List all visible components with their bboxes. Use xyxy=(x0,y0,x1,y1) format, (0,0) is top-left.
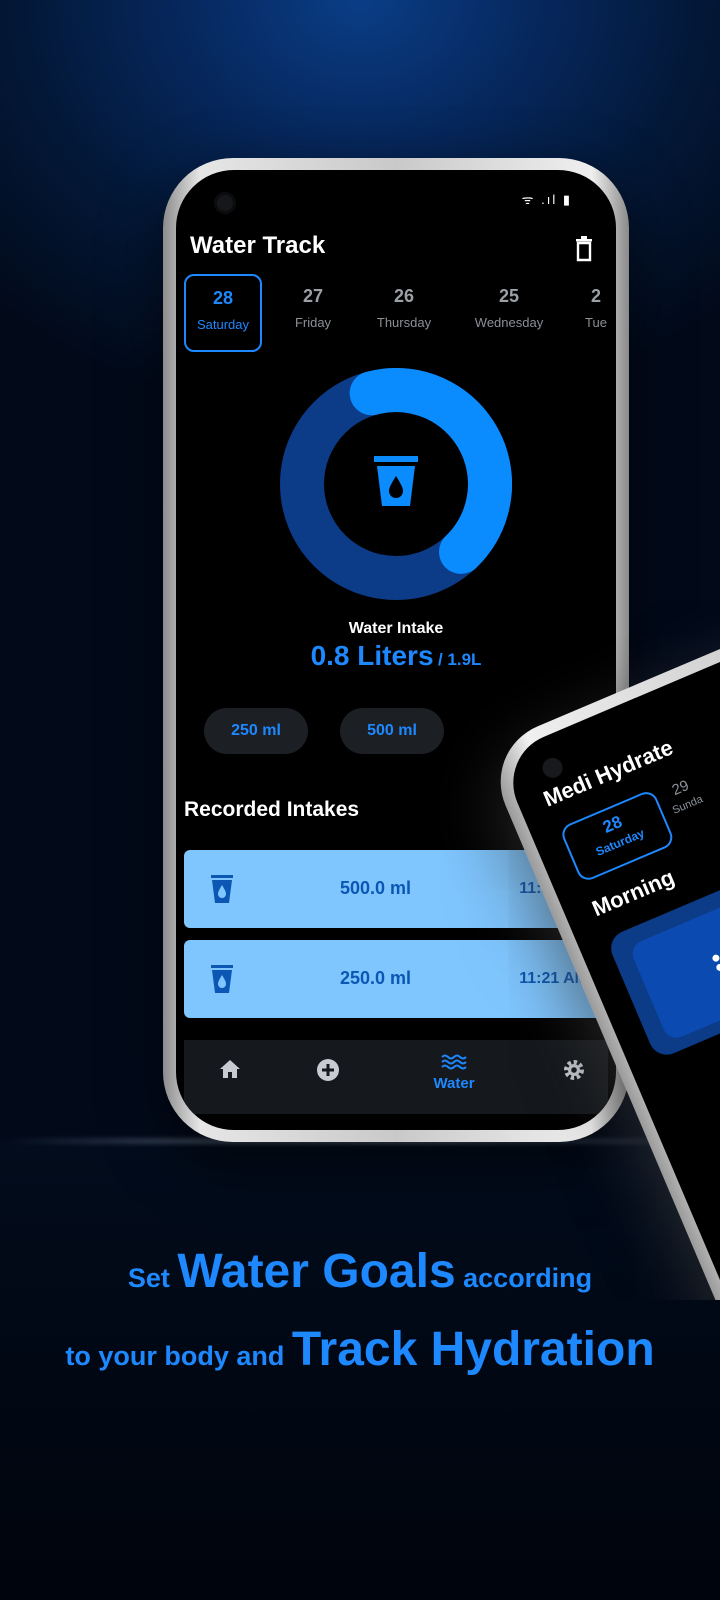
record-amount: 500.0 ml xyxy=(340,878,412,898)
caption-line-2: to your body and Track Hydration xyxy=(0,1322,720,1377)
secondary-date-next[interactable]: 29 Sunda xyxy=(663,774,705,817)
intake-amount: 0.8 Liters xyxy=(310,640,434,671)
pills-icon xyxy=(712,954,720,971)
morning-card-inner xyxy=(628,879,720,1043)
caption-highlight: Track Hydration xyxy=(291,1323,655,1376)
date-item-27[interactable]: 27 Friday xyxy=(276,274,350,348)
date-day: Thursday xyxy=(376,315,432,330)
caption-highlight: Water Goals xyxy=(177,1245,456,1298)
nav-add[interactable] xyxy=(298,1040,358,1114)
record-amount: 250.0 ml xyxy=(340,968,412,988)
date-item-28[interactable]: 28 Saturday xyxy=(184,274,262,352)
status-bar: ᯤ .ıl ▮ xyxy=(521,192,572,207)
intake-progress-ring xyxy=(280,368,512,600)
date-number: 26 xyxy=(393,286,415,306)
date-day: Friday xyxy=(294,315,332,330)
cup-icon xyxy=(211,875,233,903)
caption-text: according xyxy=(455,1263,593,1293)
date-number: 25 xyxy=(498,286,520,306)
date-number: 2 xyxy=(590,286,601,306)
date-item-partial[interactable]: 2 Tue xyxy=(576,274,616,348)
date-selector: 28 Saturday 27 Friday 26 Thursday 25 Wed… xyxy=(184,274,616,354)
app-title: Water Track xyxy=(190,232,326,259)
secondary-phone-area: Medi Hydrate 28 Saturday 29 Sunda Mornin… xyxy=(440,600,720,1300)
date-day: Tue xyxy=(585,315,607,330)
trash-icon[interactable] xyxy=(574,236,594,262)
front-camera xyxy=(539,754,566,781)
date-number: 28 xyxy=(212,288,234,308)
date-number: 27 xyxy=(302,286,324,306)
caption-text: Set xyxy=(127,1263,178,1293)
add-icon xyxy=(317,1059,339,1081)
date-day: Saturday xyxy=(196,317,250,332)
caption-line-1: Set Water Goals according xyxy=(0,1244,720,1299)
caption-text: to your body and xyxy=(65,1341,292,1371)
secondary-phone: Medi Hydrate 28 Saturday 29 Sunda Mornin… xyxy=(482,600,720,1300)
date-item-26[interactable]: 26 Thursday xyxy=(362,274,446,348)
home-icon xyxy=(220,1060,240,1078)
date-day: Wednesday xyxy=(474,315,544,330)
nav-home[interactable] xyxy=(200,1040,260,1114)
date-item-25[interactable]: 25 Wednesday xyxy=(462,274,556,348)
water-glass-icon xyxy=(374,456,418,506)
recorded-intakes-title: Recorded Intakes xyxy=(184,798,360,821)
add-500ml-button[interactable]: 500 ml xyxy=(340,708,444,754)
front-camera xyxy=(214,192,236,214)
add-250ml-button[interactable]: 250 ml xyxy=(204,708,308,754)
secondary-screen: Medi Hydrate 28 Saturday 29 Sunda Mornin… xyxy=(497,600,720,1300)
cup-icon xyxy=(211,965,233,993)
